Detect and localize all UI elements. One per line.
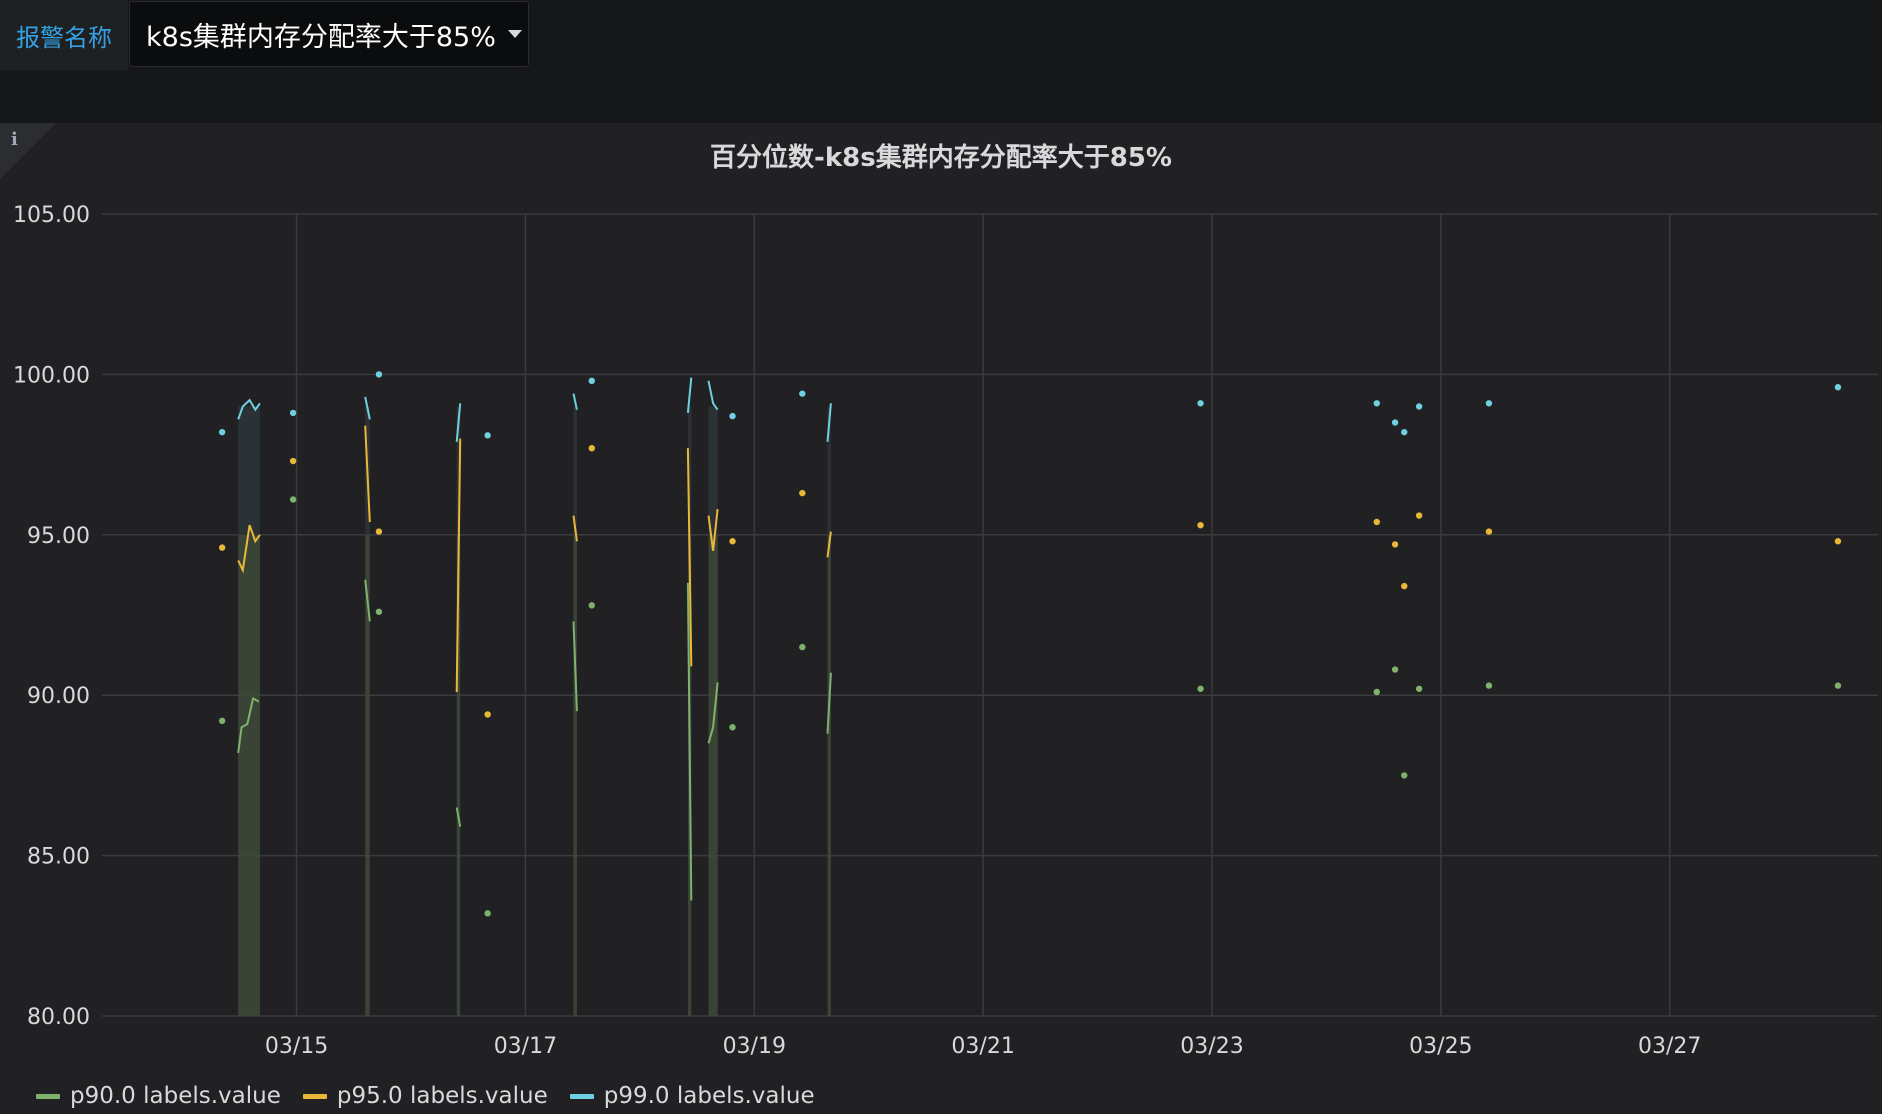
data-point bbox=[1834, 538, 1842, 545]
data-point bbox=[289, 409, 297, 417]
data-point bbox=[218, 717, 226, 725]
data-point bbox=[1485, 682, 1493, 689]
legend-item[interactable]: p95.0 labels.value bbox=[302, 1083, 548, 1109]
series-line bbox=[707, 380, 719, 411]
y-tick-label: 85.00 bbox=[27, 845, 90, 870]
data-point bbox=[1415, 512, 1423, 519]
data-point bbox=[588, 377, 595, 385]
data-point bbox=[1197, 400, 1204, 407]
data-point bbox=[1415, 403, 1423, 410]
data-point bbox=[1373, 518, 1380, 526]
data-point bbox=[588, 602, 595, 609]
variable-label: 报警名称 bbox=[0, 0, 128, 70]
legend: p90.0 labels.value p95.0 labels.value p99.… bbox=[36, 1083, 815, 1109]
legend-label: p99.0 labels.value bbox=[603, 1083, 815, 1109]
data-point bbox=[484, 910, 491, 917]
area-fill-band bbox=[573, 534, 577, 1016]
x-tick-label: 03/19 bbox=[723, 1034, 786, 1059]
data-point bbox=[1834, 384, 1842, 391]
legend-swatch bbox=[302, 1093, 327, 1099]
data-point bbox=[799, 643, 806, 651]
data-point bbox=[375, 371, 383, 378]
legend-label: p90.0 labels.value bbox=[70, 1083, 281, 1109]
y-tick-label: 100.00 bbox=[13, 363, 90, 388]
variables-bar: 报警名称 k8s集群内存分配率大于85% bbox=[0, 0, 1882, 123]
y-tick-label: 90.00 bbox=[27, 684, 90, 709]
data-point bbox=[588, 444, 595, 452]
data-point bbox=[1391, 541, 1399, 548]
data-point bbox=[1373, 688, 1380, 696]
caret-down-icon bbox=[507, 30, 522, 38]
data-point bbox=[1197, 685, 1204, 692]
legend-swatch bbox=[36, 1093, 60, 1099]
data-point bbox=[1485, 400, 1493, 407]
data-point bbox=[799, 390, 806, 397]
y-tick-label: 105.00 bbox=[13, 203, 90, 228]
data-point bbox=[218, 428, 226, 436]
data-point bbox=[375, 608, 383, 615]
alert-name-dropdown[interactable]: k8s集群内存分配率大于85% bbox=[129, 1, 529, 67]
legend-swatch bbox=[569, 1093, 594, 1099]
data-point bbox=[1485, 528, 1493, 535]
x-tick-label: 03/27 bbox=[1638, 1034, 1701, 1059]
data-point bbox=[289, 496, 297, 503]
data-point bbox=[1415, 685, 1423, 692]
data-point bbox=[799, 489, 806, 497]
area-fill-band bbox=[708, 534, 718, 1016]
x-tick-label: 03/25 bbox=[1409, 1034, 1472, 1059]
data-point bbox=[1834, 682, 1842, 689]
graph-panel: 80.00 85.00 90.00 95.00 100.00 105.00 03/15 03/… bbox=[0, 123, 1882, 1114]
data-point bbox=[1197, 521, 1204, 529]
data-point bbox=[729, 724, 736, 731]
data-point bbox=[289, 457, 297, 465]
x-tick-label: 03/15 bbox=[265, 1034, 328, 1059]
data-point bbox=[484, 432, 491, 439]
data-point bbox=[218, 544, 226, 551]
panel-title[interactable]: 百分位数-k8s集群内存分配率大于85% bbox=[0, 137, 1882, 174]
data-point bbox=[1401, 582, 1408, 590]
data-point bbox=[729, 538, 736, 545]
area-fill-band bbox=[238, 534, 260, 1016]
alert-name-value: k8s集群内存分配率大于85% bbox=[146, 21, 496, 53]
legend-item[interactable]: p99.0 labels.value bbox=[569, 1083, 815, 1109]
data-point bbox=[1391, 666, 1399, 673]
data-point bbox=[1391, 419, 1399, 426]
x-tick-label: 03/17 bbox=[494, 1034, 557, 1059]
data-point bbox=[1401, 428, 1408, 436]
data-point bbox=[484, 711, 491, 718]
y-tick-label: 80.00 bbox=[27, 1005, 90, 1030]
x-tick-label: 03/23 bbox=[1180, 1034, 1243, 1059]
legend-item[interactable]: p90.0 labels.value bbox=[36, 1083, 281, 1109]
data-point bbox=[729, 412, 736, 420]
chart: 80.00 85.00 90.00 95.00 100.00 105.00 03/15 03/… bbox=[13, 203, 1878, 1059]
data-point bbox=[1401, 772, 1408, 779]
data-point bbox=[375, 528, 383, 535]
x-tick-label: 03/21 bbox=[951, 1034, 1014, 1059]
data-point bbox=[1373, 400, 1380, 407]
legend-label: p95.0 labels.value bbox=[336, 1083, 548, 1109]
area-fill-band bbox=[238, 406, 260, 535]
area-fill-band bbox=[827, 534, 831, 1016]
y-tick-label: 95.00 bbox=[27, 524, 90, 549]
